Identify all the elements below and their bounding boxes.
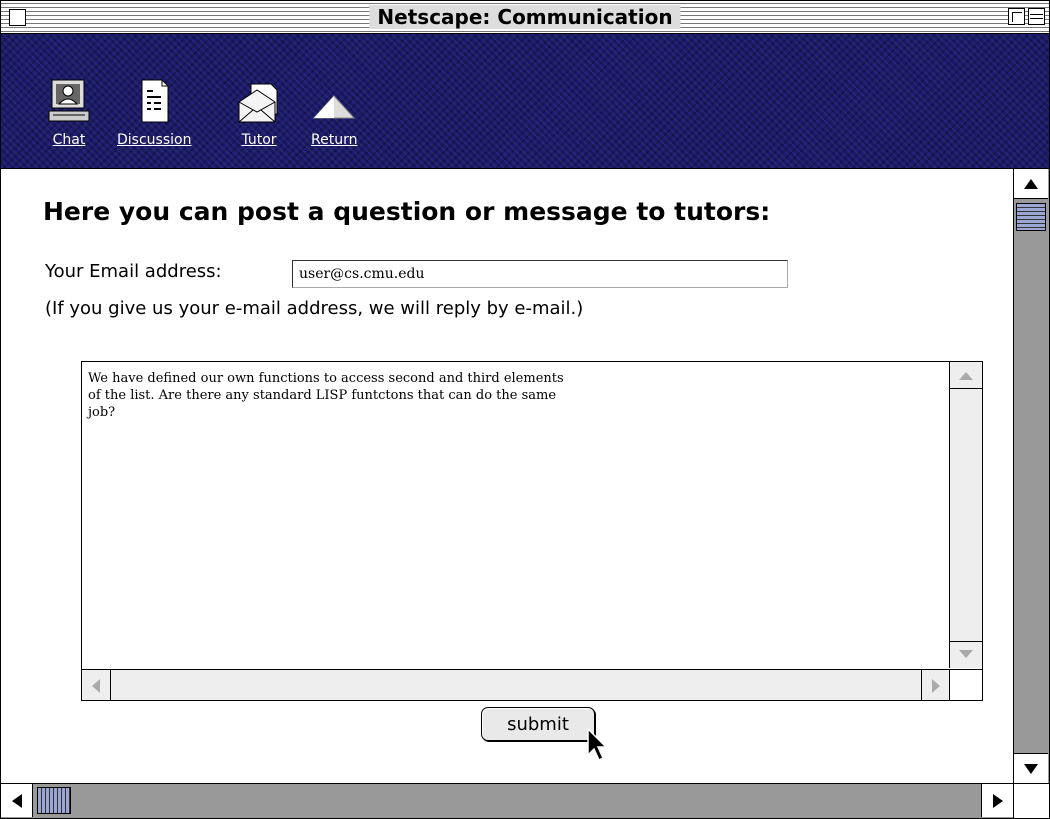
message-horizontal-scrollbar[interactable] bbox=[82, 669, 950, 700]
scrollbar-divider bbox=[921, 670, 922, 700]
scrollbar-divider bbox=[950, 641, 982, 642]
scrollbar-divider bbox=[110, 670, 111, 700]
zoom-box[interactable] bbox=[1008, 8, 1025, 25]
message-text[interactable]: We have defined our own functions to acc… bbox=[88, 370, 948, 421]
email-note: (If you give us your e-mail address, we … bbox=[45, 298, 584, 319]
nav-label-discussion[interactable]: Discussion bbox=[117, 132, 191, 148]
textarea-corner bbox=[949, 669, 982, 700]
nav-label-chat[interactable]: Chat bbox=[53, 132, 86, 148]
collapse-box[interactable] bbox=[1028, 8, 1045, 25]
close-box[interactable] bbox=[9, 9, 26, 26]
window-scroll-up-button[interactable] bbox=[1014, 169, 1048, 199]
mail-envelope-icon bbox=[238, 83, 278, 123]
window-scroll-right-button[interactable] bbox=[981, 784, 1013, 817]
email-field[interactable]: user@cs.cmu.edu bbox=[292, 260, 788, 288]
scroll-left-arrow-icon bbox=[11, 793, 22, 808]
window-scroll-down-button[interactable] bbox=[1014, 753, 1048, 783]
window-scroll-left-button[interactable] bbox=[1, 784, 33, 817]
triangle-up-icon bbox=[313, 95, 356, 119]
nav-label-return[interactable]: Return bbox=[311, 132, 357, 148]
resize-grow-box[interactable] bbox=[1013, 783, 1049, 818]
document-icon bbox=[141, 79, 169, 123]
scroll-right-arrow-icon bbox=[992, 793, 1003, 808]
scroll-right-arrow-icon[interactable] bbox=[930, 678, 942, 694]
nav-item-tutor[interactable]: Tutor bbox=[237, 78, 281, 148]
window-vertical-scrollbar[interactable] bbox=[1013, 169, 1049, 783]
scroll-up-arrow-icon[interactable] bbox=[958, 370, 974, 382]
email-label: Your Email address: bbox=[45, 261, 222, 282]
nav-item-discussion[interactable]: Discussion bbox=[117, 78, 191, 148]
browser-window: Netscape: Communication Chat Discussion … bbox=[0, 0, 1050, 819]
submit-button[interactable]: submit bbox=[481, 707, 595, 741]
person-at-computer-icon bbox=[48, 79, 90, 122]
nav-item-chat[interactable]: Chat bbox=[47, 78, 91, 148]
scroll-down-arrow-icon[interactable] bbox=[958, 648, 974, 660]
page-heading: Here you can post a question or message … bbox=[43, 197, 771, 226]
scroll-down-arrow-icon bbox=[1024, 763, 1038, 774]
page-content: Here you can post a question or message … bbox=[1, 169, 1013, 783]
scrollbar-divider bbox=[950, 388, 982, 389]
message-vertical-scrollbar[interactable] bbox=[949, 362, 982, 668]
nav-label-tutor[interactable]: Tutor bbox=[241, 132, 276, 148]
window-scroll-thumb-vertical[interactable] bbox=[1016, 203, 1046, 231]
scroll-left-arrow-icon[interactable] bbox=[90, 678, 102, 694]
mouse-pointer-icon bbox=[587, 727, 608, 762]
window-horizontal-scrollbar[interactable] bbox=[1, 783, 1013, 818]
title-bar[interactable]: Netscape: Communication bbox=[1, 1, 1049, 34]
nav-bar: Chat Discussion Tutor Return bbox=[1, 34, 1049, 169]
window-scroll-thumb-horizontal[interactable] bbox=[37, 787, 71, 814]
message-textarea[interactable]: We have defined our own functions to acc… bbox=[81, 361, 983, 701]
scroll-up-arrow-icon bbox=[1024, 178, 1038, 189]
window-title: Netscape: Communication bbox=[369, 5, 681, 29]
nav-item-return[interactable]: Return bbox=[311, 78, 357, 148]
